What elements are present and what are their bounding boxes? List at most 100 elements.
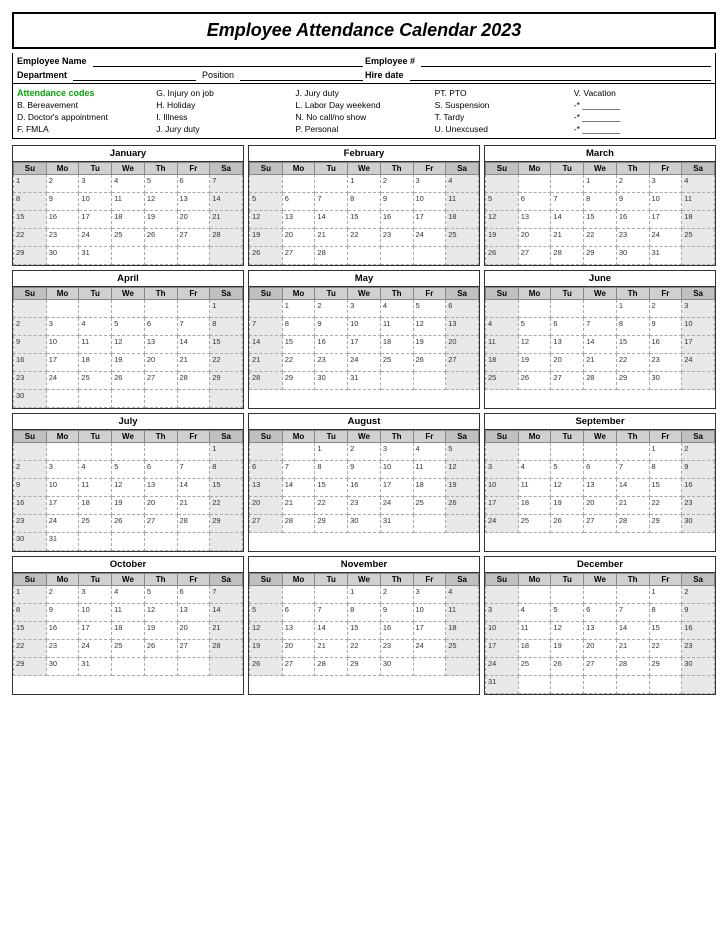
cal-day: 2 — [315, 300, 348, 318]
cal-day — [144, 533, 177, 551]
day-header-mo: Mo — [282, 163, 315, 175]
cal-day: 11 — [446, 193, 479, 211]
cal-day: 19 — [446, 479, 479, 497]
cal-day: 1 — [649, 586, 682, 604]
cal-day: 26 — [551, 658, 584, 676]
cal-day: 1 — [14, 175, 47, 193]
cal-day: 22 — [210, 497, 243, 515]
cal-day — [518, 676, 551, 694]
cal-day: 7 — [177, 461, 210, 479]
cal-day: 13 — [584, 479, 617, 497]
cal-day: 4 — [518, 604, 551, 622]
month-block-august: AugustSuMoTuWeThFrSa12345678910111213141… — [248, 413, 480, 552]
day-header-sa: Sa — [682, 574, 715, 586]
month-block-june: JuneSuMoTuWeThFrSa1234567891011121314151… — [484, 270, 716, 409]
cal-day: 9 — [682, 604, 715, 622]
cal-day: 6 — [282, 604, 315, 622]
day-header-sa: Sa — [682, 431, 715, 443]
cal-day — [144, 443, 177, 461]
day-header-sa: Sa — [446, 163, 479, 175]
cal-day: 22 — [649, 497, 682, 515]
cal-day: 13 — [177, 604, 210, 622]
cal-day: 7 — [315, 604, 348, 622]
cal-day — [112, 300, 145, 318]
cal-day — [112, 390, 145, 408]
month-title-december: December — [485, 557, 715, 573]
day-header-sa: Sa — [682, 163, 715, 175]
cal-day: 4 — [682, 175, 715, 193]
cal-day: 11 — [446, 604, 479, 622]
day-header-th: Th — [144, 431, 177, 443]
cal-day: 6 — [250, 461, 283, 479]
cal-day: 15 — [584, 211, 617, 229]
cal-day: 12 — [446, 461, 479, 479]
cal-day: 28 — [177, 372, 210, 390]
cal-day: 11 — [518, 622, 551, 640]
code-j2: J. Jury duty — [295, 88, 432, 98]
cal-day — [144, 390, 177, 408]
cal-day: 21 — [315, 640, 348, 658]
cal-day: 8 — [210, 461, 243, 479]
cal-day: 10 — [486, 479, 519, 497]
cal-day — [315, 586, 348, 604]
cal-day: 14 — [616, 479, 649, 497]
cal-day: 29 — [348, 658, 381, 676]
cal-day: 15 — [348, 622, 381, 640]
cal-day: 22 — [649, 640, 682, 658]
cal-day — [446, 372, 479, 390]
cal-day — [210, 533, 243, 551]
day-header-mo: Mo — [282, 431, 315, 443]
cal-day: 6 — [446, 300, 479, 318]
cal-day: 4 — [112, 586, 145, 604]
cal-day: 12 — [112, 336, 145, 354]
cal-day: 5 — [518, 318, 551, 336]
cal-day: 19 — [144, 622, 177, 640]
cal-day: 26 — [250, 658, 283, 676]
cal-day: 12 — [250, 211, 283, 229]
cal-day — [380, 372, 413, 390]
cal-day: 12 — [144, 193, 177, 211]
cal-day: 27 — [584, 658, 617, 676]
cal-day: 20 — [551, 354, 584, 372]
cal-day: 17 — [413, 211, 446, 229]
cal-day: 31 — [46, 533, 79, 551]
cal-day — [177, 390, 210, 408]
day-header-su: Su — [250, 574, 283, 586]
day-header-su: Su — [14, 431, 47, 443]
cal-day: 18 — [446, 211, 479, 229]
cal-day: 10 — [79, 193, 112, 211]
cal-day: 18 — [682, 211, 715, 229]
cal-day: 18 — [380, 336, 413, 354]
code-custom1: -* ________ — [574, 100, 711, 110]
cal-day: 5 — [551, 604, 584, 622]
cal-day: 27 — [250, 515, 283, 533]
cal-day — [446, 515, 479, 533]
cal-day — [144, 658, 177, 676]
month-title-april: April — [13, 271, 243, 287]
cal-day: 30 — [46, 247, 79, 265]
cal-day: 25 — [446, 640, 479, 658]
cal-day: 25 — [518, 515, 551, 533]
cal-day: 27 — [144, 372, 177, 390]
cal-day — [380, 247, 413, 265]
cal-day — [250, 175, 283, 193]
day-header-sa: Sa — [210, 288, 243, 300]
day-header-su: Su — [486, 288, 519, 300]
header-fields: Employee Name Department Position Employ… — [12, 53, 716, 84]
cal-day: 3 — [348, 300, 381, 318]
cal-day: 5 — [413, 300, 446, 318]
cal-day: 29 — [210, 372, 243, 390]
cal-day: 30 — [616, 247, 649, 265]
cal-day — [210, 247, 243, 265]
cal-day: 30 — [380, 658, 413, 676]
cal-day: 8 — [616, 318, 649, 336]
cal-day: 20 — [282, 229, 315, 247]
cal-day: 26 — [144, 640, 177, 658]
cal-day: 15 — [210, 479, 243, 497]
cal-day: 4 — [446, 175, 479, 193]
cal-day: 29 — [649, 515, 682, 533]
cal-day: 13 — [144, 479, 177, 497]
cal-day — [177, 247, 210, 265]
day-header-we: We — [348, 288, 381, 300]
cal-day: 10 — [380, 461, 413, 479]
